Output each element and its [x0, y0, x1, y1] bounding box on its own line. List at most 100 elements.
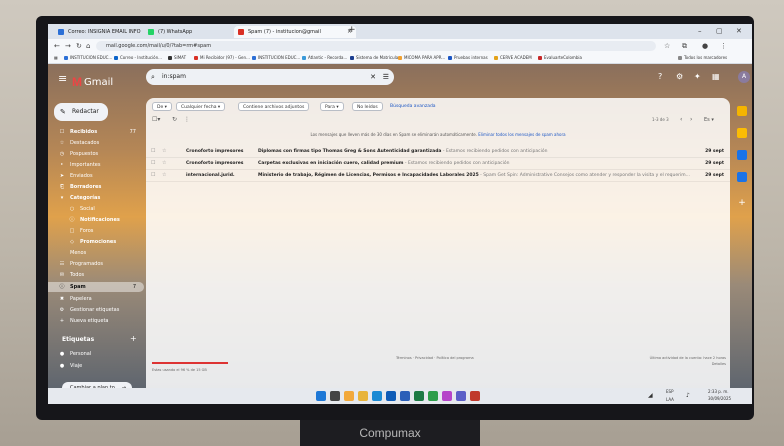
sidebar-item-destacados[interactable]: ☆ Destacados: [48, 138, 144, 148]
gmail-logo[interactable]: M Gmail: [72, 71, 113, 89]
clear-search-icon[interactable]: ✕: [370, 69, 376, 85]
row-checkbox[interactable]: ☐: [151, 158, 155, 169]
select-all-checkbox[interactable]: ☐▾: [152, 114, 160, 126]
star-icon[interactable]: ☆: [162, 158, 166, 169]
add-label-icon[interactable]: +: [130, 334, 137, 343]
table-row[interactable]: ☐ ☆ Cronoforto impresores Carpetas exclus…: [146, 158, 730, 170]
bookmark-item[interactable]: INSTITUCION EDUC...: [252, 53, 300, 63]
url-input[interactable]: mail.google.com/mail/u/0/?tab=rm#spam: [96, 41, 656, 51]
reload-button[interactable]: ↻: [76, 40, 82, 52]
footer-links[interactable]: Términos · Privacidad · Política del pro…: [396, 356, 474, 360]
forward-button[interactable]: →: [65, 40, 71, 52]
sidebar-label-viaje[interactable]: ● Viaje: [48, 361, 144, 371]
browser-menu-icon[interactable]: ⋮: [720, 40, 727, 52]
bookmark-item[interactable]: EvaluarteColombia: [538, 53, 582, 63]
keep-icon[interactable]: [737, 128, 747, 138]
sidebar-item-social[interactable]: ○ Social: [48, 204, 144, 214]
contacts-icon[interactable]: [737, 172, 747, 182]
calendar-icon[interactable]: [737, 106, 747, 116]
sidebar-item-spam[interactable]: ⓘ Spam 7: [48, 282, 144, 292]
row-checkbox[interactable]: ☐: [151, 170, 155, 181]
add-addon-icon[interactable]: +: [737, 198, 747, 208]
sidebar-item-gestionar-etiquetas[interactable]: ⚙ Gestionar etiquetas: [48, 305, 144, 315]
widgets-icon[interactable]: [344, 391, 354, 401]
star-icon[interactable]: ☆: [162, 170, 166, 181]
browser-tab[interactable]: (7) WhatsApp ×: [144, 26, 246, 38]
profile-icon[interactable]: ●: [702, 40, 708, 52]
search-icon[interactable]: [330, 391, 340, 401]
sidebar-item-pospuestos[interactable]: ◷ Pospuestos: [48, 149, 144, 159]
sidebar-item-nueva-etiqueta[interactable]: + Nueva etiqueta: [48, 316, 144, 326]
bookmark-item[interactable]: INSTITUCION EDUC...: [64, 53, 112, 63]
sidebar-item-todos[interactable]: ✉ Todos: [48, 270, 144, 280]
bookmark-item[interactable]: SIMAT: [168, 53, 186, 63]
sidebar-item-recibidos[interactable]: ☐ Recibidos 77: [48, 127, 144, 137]
bookmark-item[interactable]: Pruebas internas: [448, 53, 488, 63]
filter-chip-de[interactable]: De ▾: [152, 102, 172, 111]
outlook-icon[interactable]: [386, 391, 396, 401]
filter-chip-para[interactable]: Para ▾: [320, 102, 344, 111]
advanced-search-link[interactable]: Búsqueda avanzada: [390, 102, 436, 111]
help-icon[interactable]: ?: [658, 72, 662, 81]
edge-icon[interactable]: [372, 391, 382, 401]
google-apps-icon[interactable]: ▦: [712, 72, 720, 81]
row-checkbox[interactable]: ☐: [151, 146, 155, 157]
windows-icon[interactable]: [316, 391, 326, 401]
sidebar-item-importantes[interactable]: ‣ Importantes: [48, 160, 144, 170]
minimize-button[interactable]: –: [698, 24, 702, 38]
file-explorer-icon[interactable]: [358, 391, 368, 401]
browser-tab[interactable]: Correo: INSIGNIA EMAIL INFO ×: [54, 26, 156, 38]
more-options-icon[interactable]: ⋮: [184, 114, 190, 126]
new-tab-button[interactable]: +: [348, 25, 356, 35]
apps-icon[interactable]: ▦: [54, 53, 58, 63]
extensions-icon[interactable]: ⧉: [682, 40, 687, 52]
all-bookmarks[interactable]: Todos los marcadores: [678, 53, 727, 63]
bookmark-item[interactable]: MICOMA PARA APR...: [398, 53, 445, 63]
sidebar-item-programados[interactable]: ☷ Programados: [48, 259, 144, 269]
bookmark-star-icon[interactable]: ☆: [664, 40, 670, 52]
word-icon[interactable]: [400, 391, 410, 401]
back-button[interactable]: ←: [54, 40, 60, 52]
bookmark-item[interactable]: Atlantic - Recorda...: [302, 53, 347, 63]
search-icon[interactable]: ⌕: [151, 69, 155, 85]
refresh-icon[interactable]: ↻: [172, 114, 177, 126]
settings-gear-icon[interactable]: ⚙: [676, 72, 683, 81]
search-input[interactable]: ⌕ in:spam ✕ ☰: [146, 69, 394, 85]
home-icon[interactable]: ⌂: [86, 40, 90, 52]
sidebar-item-foros[interactable]: □ Foros: [48, 226, 144, 236]
sidebar-item-menos[interactable]: Menos: [48, 248, 144, 258]
tasks-icon[interactable]: [737, 150, 747, 160]
storage-text[interactable]: Estas usando el 96 % de 15 GB: [152, 368, 207, 372]
sidebar-item-papelera[interactable]: ✖ Papelera: [48, 294, 144, 304]
store-icon[interactable]: [470, 391, 480, 401]
sidebar-item-borradores[interactable]: ⎗ Borradores: [48, 182, 144, 192]
filter-chip-fecha[interactable]: Cualquier fecha ▾: [176, 102, 226, 111]
teams-icon[interactable]: [456, 391, 466, 401]
bookmark-item[interactable]: CERVE ACADEM: [494, 53, 532, 63]
main-menu-icon[interactable]: ≡: [58, 72, 67, 85]
table-row[interactable]: ☐ ☆ Cronoforto impresores Diplomas con fi…: [146, 146, 730, 158]
clock-date[interactable]: 30/09/2025: [708, 395, 731, 403]
close-window-button[interactable]: ✕: [736, 24, 742, 38]
prev-page-icon[interactable]: ‹: [680, 114, 682, 126]
sidebar-label-personal[interactable]: ● Personal: [48, 349, 144, 359]
gemini-sparkle-icon[interactable]: ✦: [694, 72, 701, 81]
chrome-icon[interactable]: [428, 391, 438, 401]
language-indicator[interactable]: ESP LAA: [666, 388, 674, 404]
avatar[interactable]: A: [738, 71, 750, 83]
input-tools-icon[interactable]: Es ▾: [704, 114, 714, 126]
filter-chip-adjuntos[interactable]: Contiene archivos adjuntos: [238, 102, 310, 111]
search-options-icon[interactable]: ☰: [383, 69, 389, 85]
speaker-icon[interactable]: ♪: [686, 392, 690, 400]
excel-icon[interactable]: [414, 391, 424, 401]
bookmark-item[interactable]: Correo - Institución...: [114, 53, 162, 63]
photos-icon[interactable]: [442, 391, 452, 401]
compose-button[interactable]: ✎ Redactar: [54, 103, 108, 121]
maximize-button[interactable]: ▢: [716, 24, 723, 38]
sidebar-item-categorias[interactable]: ▾ Categorías: [48, 193, 144, 203]
star-icon[interactable]: ☆: [162, 146, 166, 157]
sidebar-item-notificaciones[interactable]: ⓘ Notificaciones: [48, 215, 144, 225]
bookmark-item[interactable]: Sistema de Matrícula: [350, 53, 398, 63]
sidebar-item-enviados[interactable]: ➤ Enviados: [48, 171, 144, 181]
browser-tab-active[interactable]: Spam (7) - institucion@gmail ×: [234, 26, 356, 38]
